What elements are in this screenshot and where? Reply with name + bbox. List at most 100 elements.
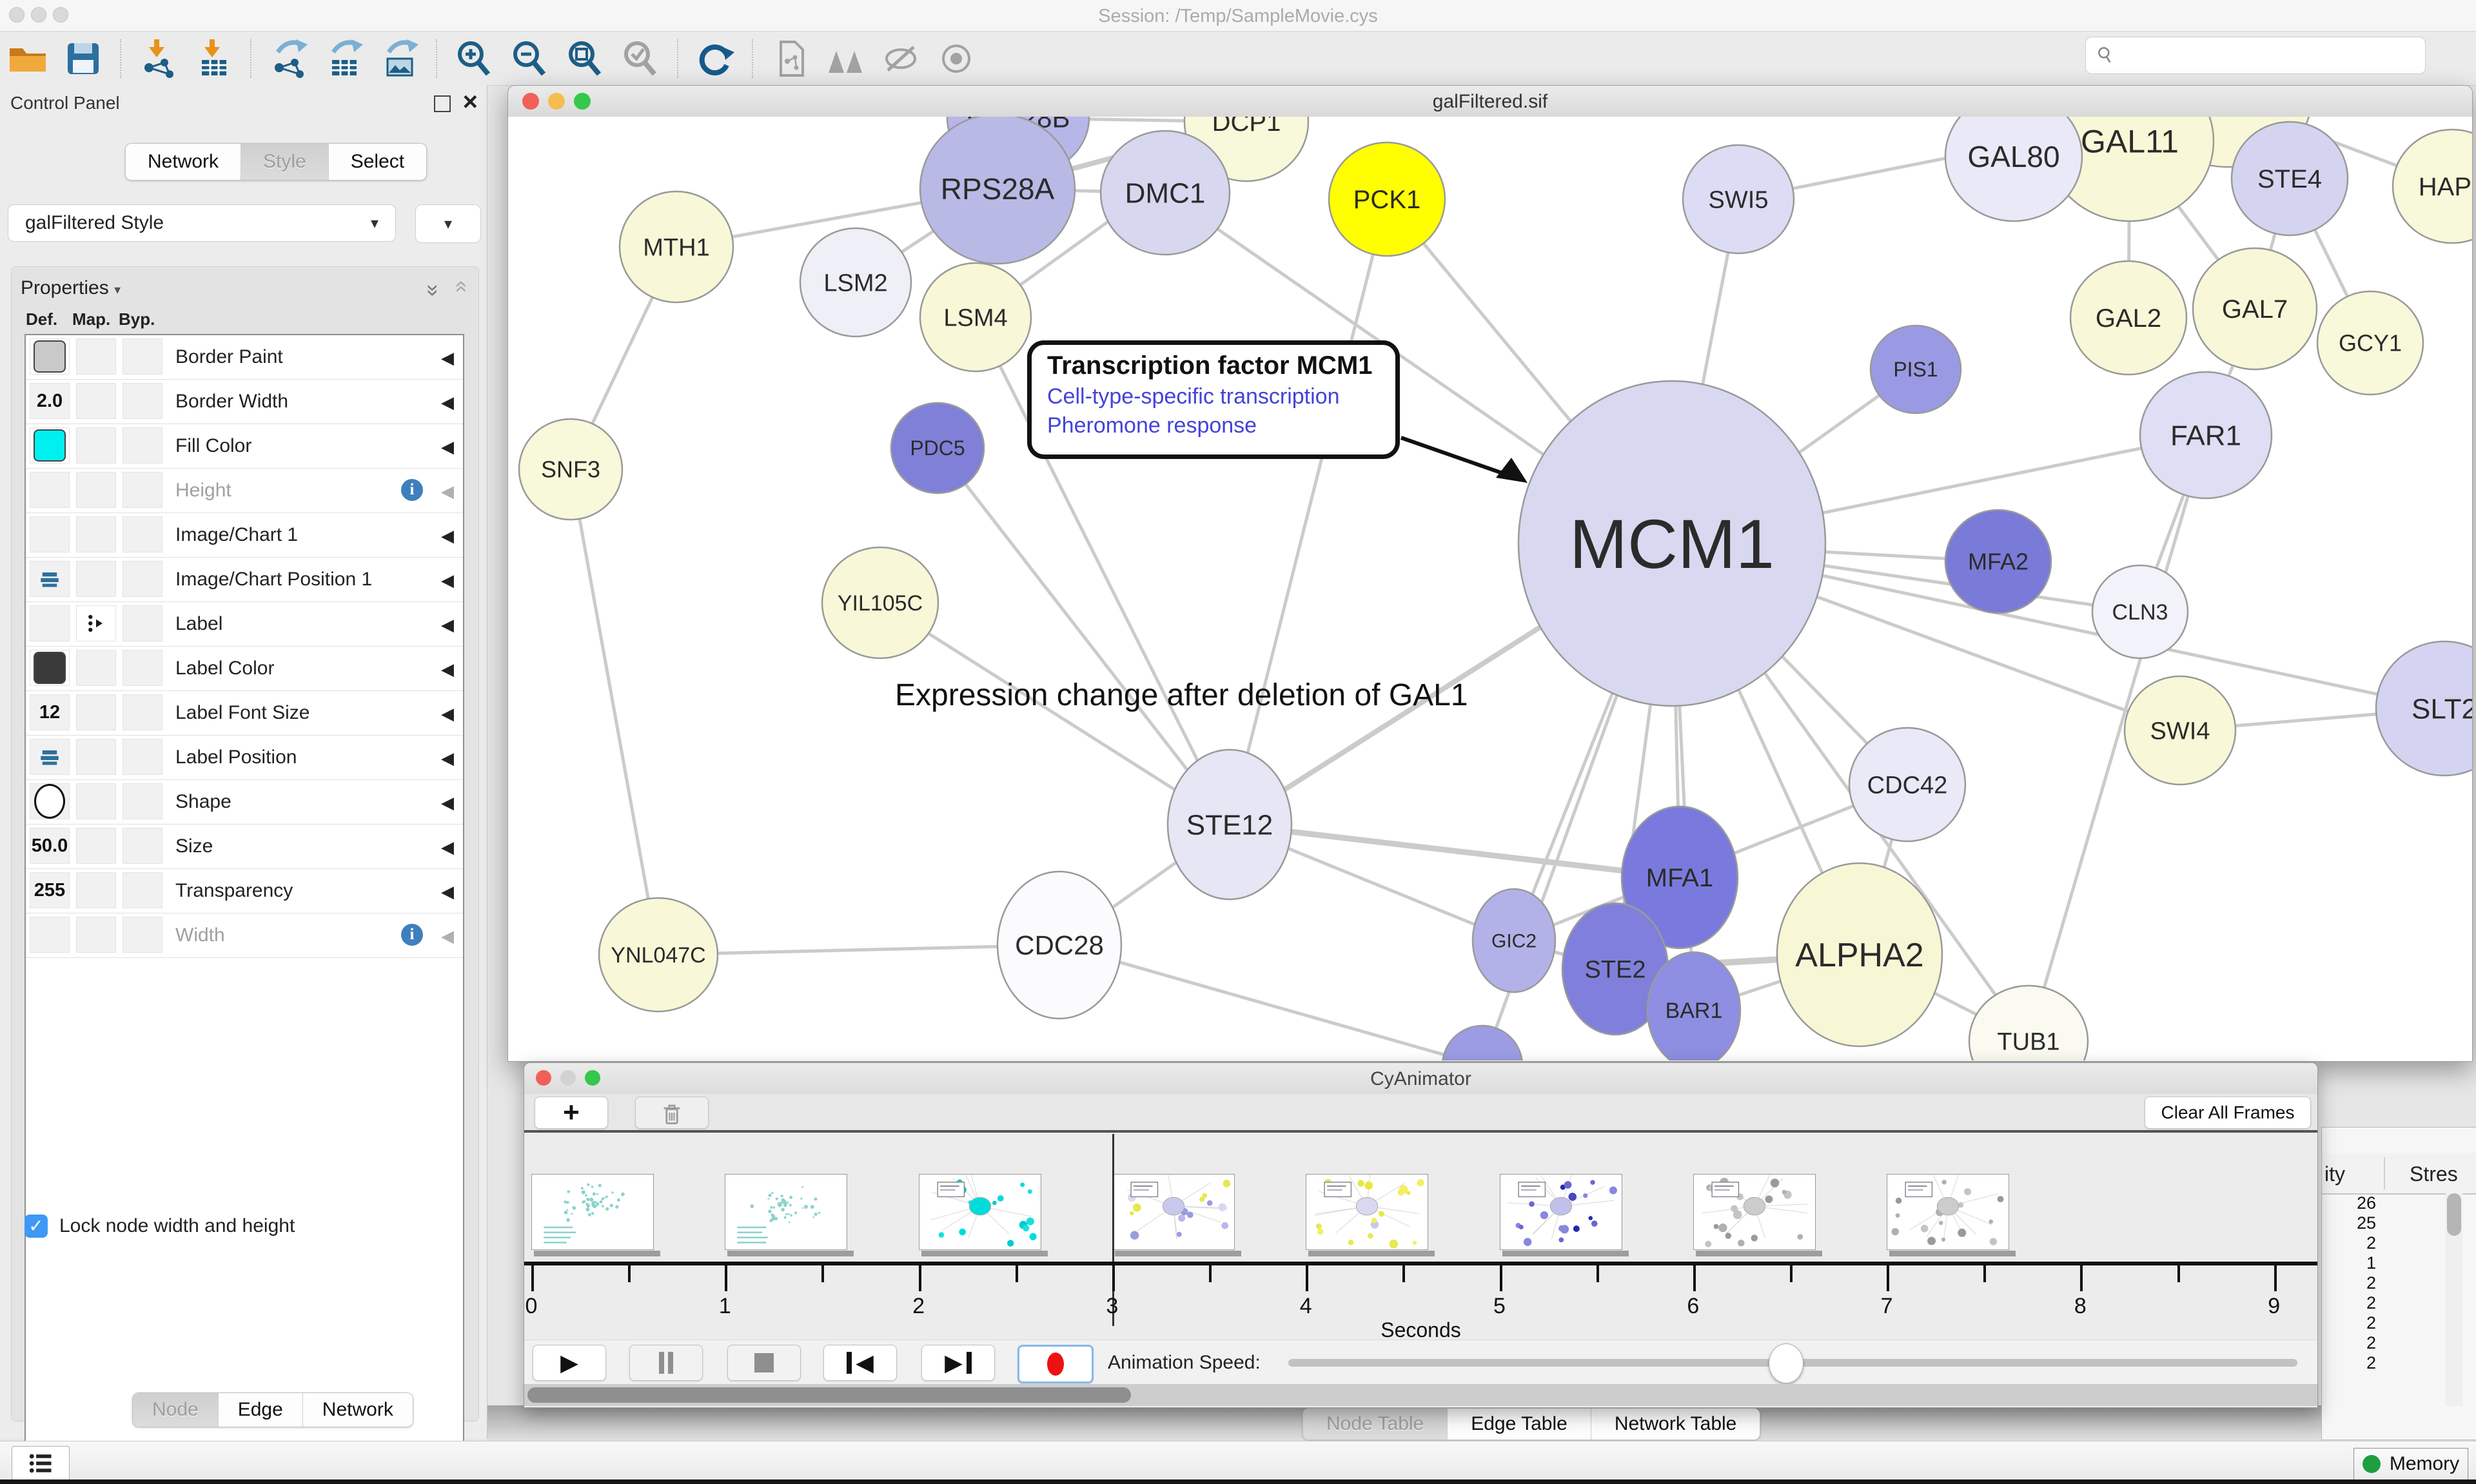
default-value[interactable]: 50.0 [32,835,68,857]
mapping-cell[interactable] [76,338,116,375]
tab-edge-table[interactable]: Edge Table [1448,1409,1591,1440]
expand-row-icon[interactable]: ◀ [441,926,454,946]
frame-thumbnail-2[interactable] [919,1174,1041,1250]
default-cell[interactable] [30,472,70,508]
default-cell[interactable] [30,605,70,641]
property-row-height[interactable]: Height i ◀ [26,469,463,513]
table-cell[interactable]: 1 [2324,1253,2376,1273]
expand-row-icon[interactable]: ◀ [441,704,454,724]
expand-all-icon[interactable]: » [420,284,446,293]
expand-row-icon[interactable]: ◀ [441,571,454,591]
tab-network-table[interactable]: Network Table [1591,1409,1760,1440]
stop-button[interactable] [727,1345,801,1381]
table-cell[interactable]: 2 [2324,1293,2376,1313]
frame-thumbnail-1[interactable] [725,1174,847,1250]
default-cell[interactable] [30,338,70,375]
expand-row-icon[interactable]: ◀ [441,615,454,635]
default-cell[interactable]: 12 [30,694,70,730]
task-history-button[interactable] [12,1446,70,1481]
collapse-all-icon[interactable]: » [447,284,473,293]
go-to-end-button[interactable]: ▶ [921,1345,995,1381]
frame-thumbnail-5[interactable] [1500,1174,1622,1250]
property-row-transparency[interactable]: 255 Transparency ◀ [26,869,463,913]
table-cell[interactable]: 2 [2324,1313,2376,1333]
clear-all-frames-button[interactable]: Clear All Frames [2145,1097,2311,1129]
expand-row-icon[interactable]: ◀ [441,526,454,546]
network-window-titlebar[interactable]: galFiltered.sif [508,86,2472,117]
mapping-cell[interactable] [76,739,116,775]
network-canvas[interactable]: RPS28BDCP1GAL11GAL80STE4HAP2RPS28ADMC1PC… [508,117,2472,1060]
table-cell[interactable]: 2 [2324,1273,2376,1293]
bypass-cell[interactable] [123,694,162,730]
bypass-cell[interactable] [123,561,162,597]
zoom-fit-icon[interactable] [564,38,605,79]
animation-speed-handle[interactable] [1769,1343,1803,1383]
tab-select[interactable]: Select [329,144,426,180]
export-image-icon[interactable] [378,38,420,79]
save-icon[interactable] [63,38,104,79]
frame-thumbnail-4[interactable] [1306,1174,1428,1250]
edge-pdc5-ste12[interactable] [938,448,1230,825]
default-swatch[interactable] [34,429,66,462]
style-options-button[interactable]: ▾ [415,204,481,243]
mapping-cell[interactable] [76,561,116,597]
mapping-cell[interactable] [76,650,116,686]
birds-eye-icon[interactable] [825,38,866,79]
frame-thumbnail-0[interactable] [531,1174,654,1250]
default-cell[interactable] [30,739,70,775]
bypass-cell[interactable] [123,872,162,908]
search-input[interactable] [2085,37,2426,74]
expand-row-icon[interactable]: ◀ [441,748,454,768]
close-panel-icon[interactable]: × [463,89,478,115]
bypass-cell[interactable] [123,427,162,464]
frame-thumbnail-7[interactable] [1887,1174,2009,1250]
show-panel-icon[interactable] [936,38,977,79]
mapping-cell[interactable] [76,694,116,730]
property-row-image-chart-1[interactable]: Image/Chart 1 ◀ [26,513,463,558]
network-graph[interactable]: RPS28BDCP1GAL11GAL80STE4HAP2RPS28ADMC1PC… [508,117,2472,1060]
default-value[interactable]: 12 [39,702,60,723]
pause-button[interactable] [629,1345,703,1381]
annotation-box[interactable]: Transcription factor MCM1 Cell-type-spec… [1027,340,1400,459]
default-cell[interactable] [30,917,70,953]
default-cell[interactable] [30,561,70,597]
default-cell[interactable]: 50.0 [30,828,70,864]
table-cell[interactable]: 2 [2324,1333,2376,1353]
property-row-border-paint[interactable]: Border Paint ◀ [26,335,463,380]
network-document-icon[interactable] [769,38,811,79]
table-column-header[interactable]: Stres [2410,1162,2458,1186]
expand-row-icon[interactable]: ◀ [441,482,454,502]
tab-edge[interactable]: Edge [219,1393,303,1427]
edge-snf3-ynl047c[interactable] [571,469,658,955]
timeline[interactable]: 0 1 2 3 4 5 6 7 8 9 Seconds [524,1133,2317,1340]
bypass-cell[interactable] [123,383,162,419]
property-row-border-width[interactable]: 2.0 Border Width ◀ [26,380,463,424]
default-cell[interactable]: 2.0 [30,383,70,419]
table-cell[interactable]: 2 [2324,1233,2376,1253]
table-cell[interactable]: 2 [2324,1353,2376,1373]
tab-network[interactable]: Network [126,144,241,180]
export-table-icon[interactable] [323,38,364,79]
bypass-cell[interactable] [123,739,162,775]
frame-thumbnail-3[interactable] [1112,1174,1235,1250]
expand-row-icon[interactable]: ◀ [441,837,454,857]
table-cell[interactable]: 25 [2324,1213,2376,1233]
delete-frame-button[interactable] [635,1097,709,1129]
annotation-link[interactable]: Cell-type-specific transcription [1047,384,1395,409]
property-row-label[interactable]: Label ◀ [26,602,463,647]
annotation-link[interactable]: Pheromone response [1047,413,1395,438]
node-smallcut[interactable] [1442,1026,1522,1060]
open-folder-icon[interactable] [7,38,48,79]
cyanimator-titlebar[interactable]: CyAnimator [524,1063,2317,1095]
info-icon[interactable]: i [401,479,423,501]
default-cell[interactable] [30,427,70,464]
table-column-header[interactable]: ity [2324,1162,2345,1186]
ellipse-shape-icon[interactable] [34,784,65,819]
property-row-image-chart-position-1[interactable]: Image/Chart Position 1 ◀ [26,558,463,602]
tab-style[interactable]: Style [241,144,329,180]
mapping-cell[interactable] [76,783,116,819]
property-row-width[interactable]: Width i ◀ [26,913,463,958]
property-row-fill-color[interactable]: Fill Color ◀ [26,424,463,469]
bypass-cell[interactable] [123,917,162,953]
mapping-cell[interactable] [76,872,116,908]
